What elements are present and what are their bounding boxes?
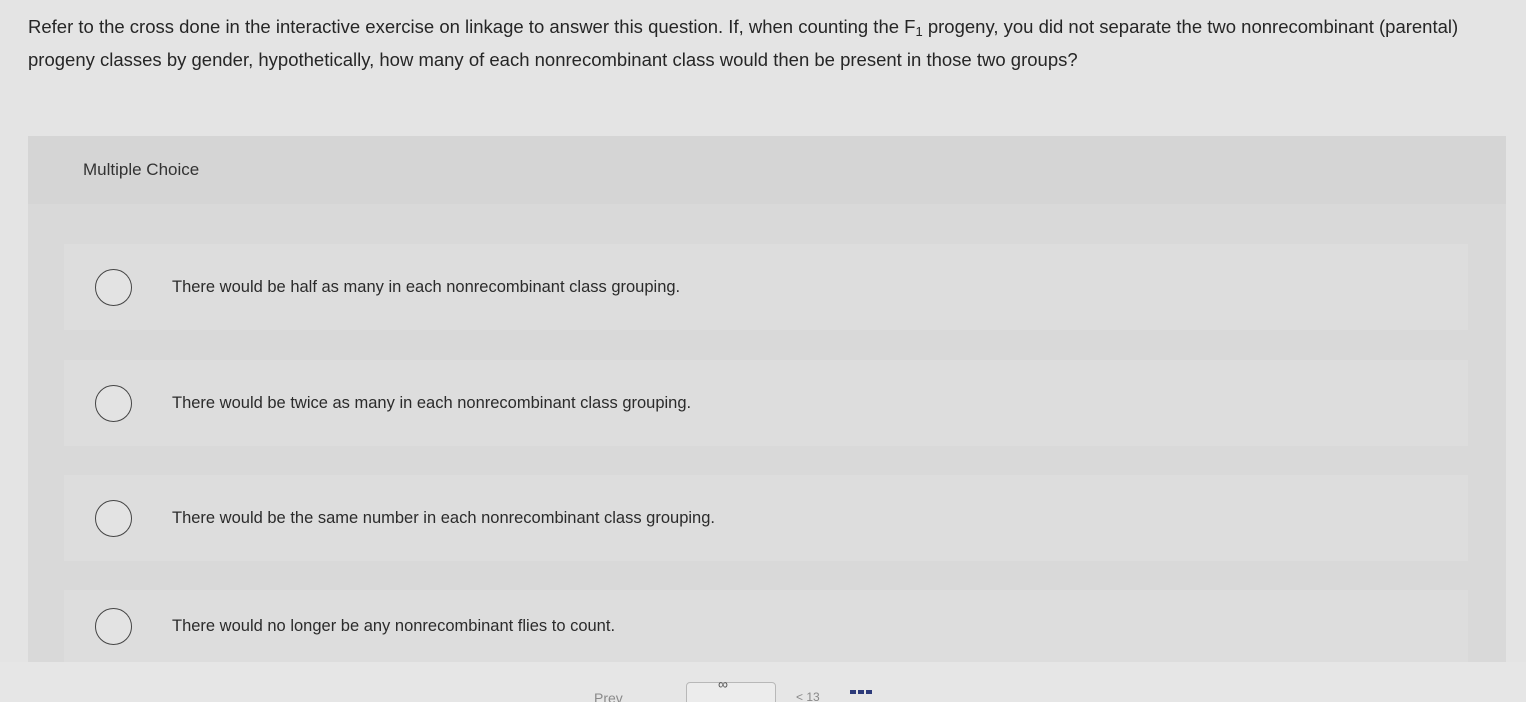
radio-button-4[interactable] [95,607,132,645]
grid-icon[interactable] [850,690,874,700]
choice-label-2: There would be twice as many in each non… [172,393,692,412]
choice-label-1: There would be half as many in each nonr… [172,277,681,296]
panel-header: Multiple Choice [28,136,1506,204]
question-text-part-1: Refer to the cross done in the interacti… [28,16,916,37]
question-text: Refer to the cross done in the interacti… [28,10,1488,76]
choice-option-2[interactable]: There would be twice as many in each non… [64,360,1468,446]
radio-button-2[interactable] [95,384,132,422]
prev-button[interactable]: Prev [594,690,623,702]
choice-option-3[interactable]: There would be the same number in each n… [64,475,1468,561]
page-indicator[interactable]: < 13 [796,690,820,702]
choice-option-4[interactable]: There would no longer be any nonrecombin… [64,590,1468,662]
choice-option-1[interactable]: There would be half as many in each nonr… [64,244,1468,330]
radio-button-3[interactable] [95,499,132,537]
radio-button-1[interactable] [95,268,132,306]
choice-label-4: There would no longer be any nonrecombin… [172,616,616,635]
choice-label-3: There would be the same number in each n… [172,508,715,527]
multiple-choice-panel: Multiple Choice There would be half as m… [28,136,1506,662]
question-subscript: 1 [915,24,923,39]
link-button[interactable] [686,682,776,702]
link-icon: ∞ [718,676,728,692]
